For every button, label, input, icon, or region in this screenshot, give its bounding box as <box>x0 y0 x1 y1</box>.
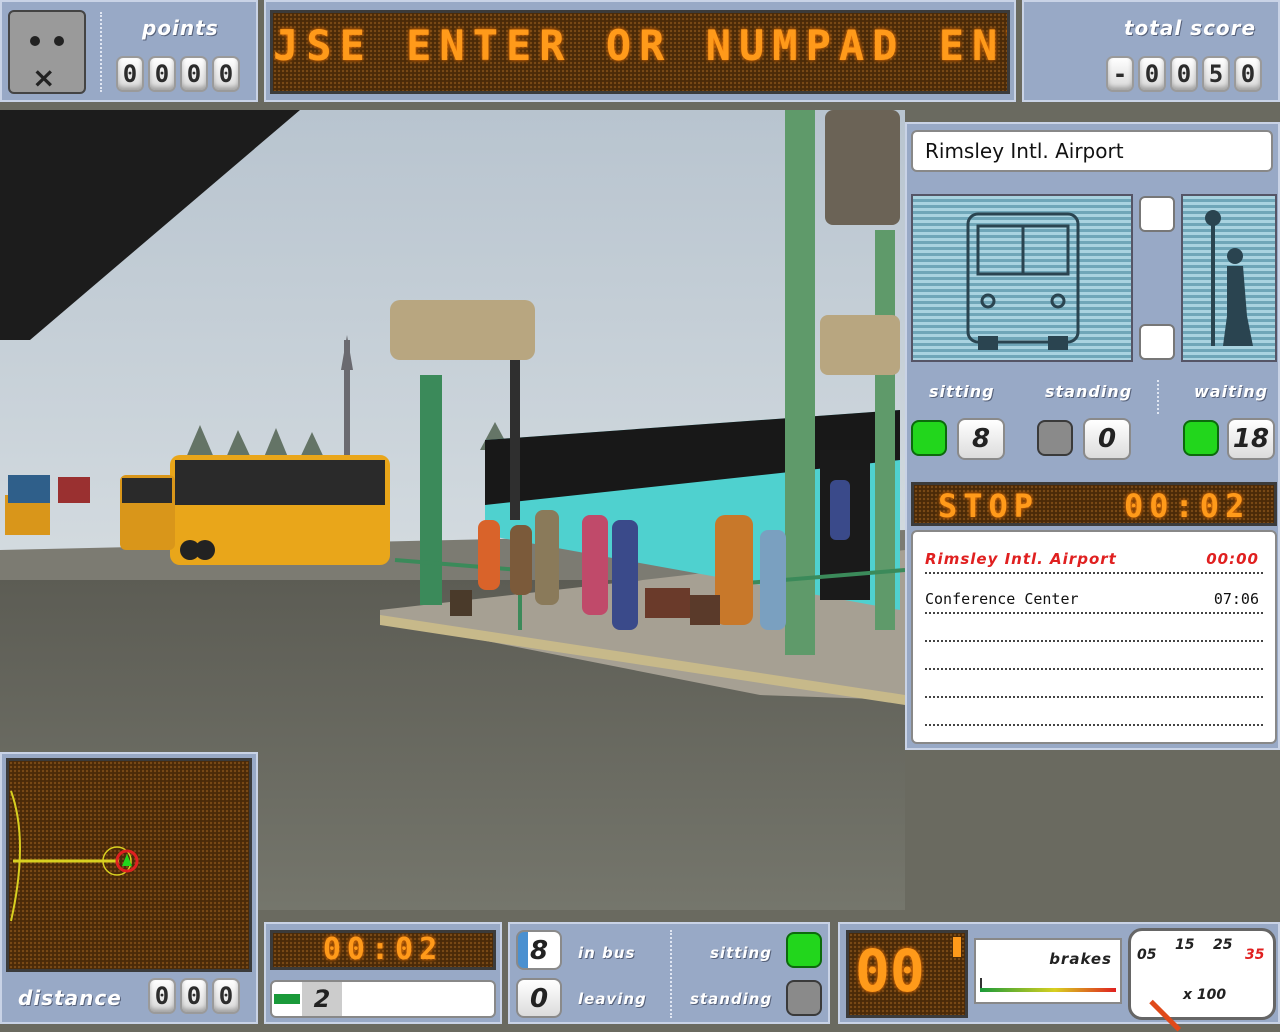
brakes-gauge: brakes <box>974 938 1122 1004</box>
standing-count: 0 <box>1083 418 1131 460</box>
waiting-count: 18 <box>1227 418 1275 460</box>
schedule-row: Conference Center 07:06 <box>925 588 1263 614</box>
tacho-tick: 05 <box>1137 947 1157 963</box>
points-digit: 0 <box>180 56 208 92</box>
total-score-counter: -0050 <box>1106 56 1266 92</box>
schedule-row <box>925 672 1263 698</box>
score-digit: 0 <box>1170 56 1198 92</box>
gear-icon <box>274 994 300 1004</box>
sitting-label: sitting <box>929 382 995 401</box>
points-digit: 0 <box>116 56 144 92</box>
clock-led: 00:02 <box>270 930 496 970</box>
stop-timer-display: STOP 00:02 <box>911 482 1277 526</box>
in-bus-label: in bus <box>578 944 636 962</box>
brakes-label: brakes <box>1049 950 1112 968</box>
ticker-panel: JSE ENTER OR NUMPAD ENTE <box>264 0 1016 102</box>
schedule-row <box>925 616 1263 642</box>
schedule-row: Rimsley Intl. Airport 00:00 <box>925 548 1263 574</box>
points-digit: 0 <box>212 56 240 92</box>
tacho-tick: 15 <box>1175 937 1195 953</box>
happy-face-icon <box>911 420 947 456</box>
tacho-tick: 35 <box>1245 947 1265 963</box>
dashboard-panel: 00 brakes 05 15 25 35 x 100 <box>838 922 1280 1032</box>
schedule-time: 07:06 <box>1213 590 1259 608</box>
distance-label: distance <box>18 986 122 1010</box>
gear-value: 2 <box>302 982 342 1016</box>
leaving-count: 0 <box>516 978 562 1018</box>
stop-timer-label: STOP <box>938 487 1040 525</box>
waiting-label: waiting <box>1194 382 1269 401</box>
schedule-stop: Rimsley Intl. Airport <box>925 550 1117 568</box>
points-label: points <box>142 16 219 40</box>
sitting-count: 8 <box>957 418 1005 460</box>
tacho-tick: 25 <box>1213 937 1233 953</box>
score-digit: 0 <box>1138 56 1166 92</box>
total-score-panel: total score -0050 <box>1022 0 1280 102</box>
points-digit: 0 <box>148 56 176 92</box>
neutral-face-icon <box>1037 420 1073 456</box>
schedule-row <box>925 644 1263 670</box>
score-digit: - <box>1106 56 1134 92</box>
in-bus-count: 8 <box>516 930 562 970</box>
speed-led-text: 00 <box>855 937 925 1005</box>
minimap-panel: distance 000 <box>0 752 258 1024</box>
distance-digit: 0 <box>148 978 176 1014</box>
route-map <box>10 790 139 922</box>
points-counter: 0000 <box>116 56 244 92</box>
door-rear-indicator <box>1139 324 1175 360</box>
distance-digit: 0 <box>212 978 240 1014</box>
points-panel: × points 0000 <box>0 0 258 102</box>
gear-indicator: 2 <box>270 980 496 1018</box>
ticker-display: JSE ENTER OR NUMPAD ENTE <box>270 10 1010 94</box>
sitting-label-bottom: sitting <box>710 944 772 962</box>
stop-timer-value: 00:02 <box>1124 487 1251 525</box>
waiting-passenger-icon <box>1181 194 1277 362</box>
mood-face-icon: × <box>8 10 86 94</box>
schedule-row <box>925 700 1263 726</box>
tacho-needle <box>1149 999 1182 1032</box>
schedule-stop: Conference Center <box>925 590 1079 608</box>
total-score-label: total score <box>1124 16 1257 40</box>
clock-gear-panel: 00:02 2 <box>264 922 502 1024</box>
happy-face-icon <box>786 932 822 968</box>
tachometer: 05 15 25 35 x 100 <box>1128 928 1276 1032</box>
speed-led: 00 <box>846 930 968 1018</box>
standing-label: standing <box>1045 382 1133 401</box>
minimap-display[interactable] <box>6 758 252 972</box>
leaving-label: leaving <box>578 990 647 1008</box>
bus-icon <box>911 194 1133 362</box>
distance-counter: 000 <box>148 978 244 1014</box>
neutral-face-icon <box>786 980 822 1016</box>
distance-digit: 0 <box>180 978 208 1014</box>
score-digit: 5 <box>1202 56 1230 92</box>
stop-info-panel: Rimsley Intl. Airport sitting standing w… <box>905 122 1280 750</box>
standing-label-bottom: standing <box>690 990 773 1008</box>
clock-led-text: 00:02 <box>322 932 444 967</box>
schedule-time: 00:00 <box>1206 550 1259 568</box>
passengers-panel: 8 in bus 0 leaving sitting standing <box>508 922 830 1024</box>
current-stop-name: Rimsley Intl. Airport <box>911 130 1273 172</box>
throttle-bar <box>953 937 961 957</box>
tacho-unit: x 100 <box>1183 987 1227 1003</box>
ticker-text: JSE ENTER OR NUMPAD ENTE <box>273 21 1010 70</box>
happy-face-icon <box>1183 420 1219 456</box>
score-digit: 0 <box>1234 56 1262 92</box>
door-front-indicator <box>1139 196 1175 232</box>
schedule-list: Rimsley Intl. Airport 00:00 Conference C… <box>911 530 1277 744</box>
